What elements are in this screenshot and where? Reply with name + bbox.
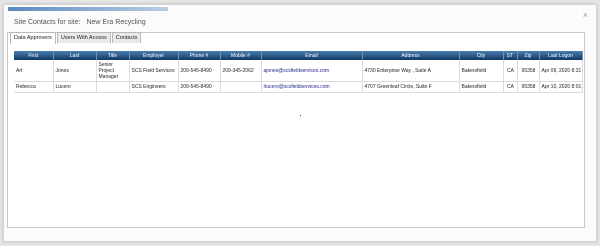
cell-st: CA bbox=[503, 81, 518, 93]
dialog-title: Site Contacts for site: New Era Recyclin… bbox=[14, 19, 146, 26]
cell-mobile: 209-345-2062 bbox=[220, 60, 262, 82]
column-header-email[interactable]: Email bbox=[261, 51, 363, 60]
column-header-last-logon[interactable]: Last Logon bbox=[539, 51, 583, 60]
cell-email[interactable]: ajones@scsfieldservices.com bbox=[261, 60, 363, 82]
cell-zip: 95358 bbox=[517, 60, 540, 82]
cell-employer: SCS Field Services bbox=[129, 60, 179, 82]
cell-email[interactable]: rlucero@scsfieldservices.com bbox=[261, 81, 363, 93]
tab-contacts[interactable]: Contacts bbox=[111, 32, 142, 43]
cell-first: Rebecca bbox=[14, 81, 54, 93]
cell-first: Art bbox=[14, 60, 54, 82]
cell-mobile bbox=[220, 81, 262, 93]
close-icon[interactable]: × bbox=[583, 11, 588, 20]
column-header-address[interactable]: Address bbox=[362, 51, 460, 60]
table-header-row: First Last Title Employer Phone # Mobile… bbox=[14, 51, 583, 60]
tab-data-approvers[interactable]: Data Approvers bbox=[10, 32, 56, 44]
cell-address: 4707 Greenleaf Circle, Suite F bbox=[362, 81, 460, 93]
cell-phone: 209-545-8490 bbox=[178, 60, 221, 82]
cell-last: Lucero bbox=[53, 81, 97, 93]
column-header-mobile[interactable]: Mobile # bbox=[220, 51, 262, 60]
site-name: New Era Recycling bbox=[86, 19, 146, 26]
table-row[interactable]: Rebecca Lucero SCS Engineers 209-545-849… bbox=[14, 81, 583, 93]
column-header-title[interactable]: Title bbox=[96, 51, 130, 60]
approvers-table: First Last Title Employer Phone # Mobile… bbox=[14, 51, 583, 93]
column-header-zip[interactable]: Zip bbox=[517, 51, 540, 60]
cell-title: Senior Project Manager bbox=[96, 60, 130, 82]
column-header-phone[interactable]: Phone # bbox=[178, 51, 221, 60]
cell-last: Jones bbox=[53, 60, 97, 82]
column-header-last[interactable]: Last bbox=[53, 51, 97, 60]
table-row[interactable]: Art Jones Senior Project Manager SCS Fie… bbox=[14, 60, 583, 82]
dialog-title-label: Site Contacts for site: bbox=[14, 19, 81, 26]
cell-title bbox=[96, 81, 130, 93]
dialog-accent-bar bbox=[8, 7, 168, 11]
cell-zip: 95358 bbox=[517, 81, 540, 93]
tab-users-with-access[interactable]: Users With Access bbox=[56, 32, 111, 43]
cell-employer: SCS Engineers bbox=[129, 81, 179, 93]
stray-pixel bbox=[300, 115, 301, 116]
column-header-city[interactable]: City bbox=[459, 51, 504, 60]
column-header-st[interactable]: ST bbox=[503, 51, 518, 60]
column-header-first[interactable]: First bbox=[14, 51, 54, 60]
cell-city: Bakersfield bbox=[459, 81, 504, 93]
column-header-employer[interactable]: Employer bbox=[129, 51, 179, 60]
tab-strip: Data Approvers Users With Access Contact… bbox=[10, 32, 142, 44]
cell-address: 4730 Enterprise Way , Suite A bbox=[362, 60, 460, 82]
cell-city: Bakersfield bbox=[459, 60, 504, 82]
cell-last-logon: Apr 09, 2020 8:31 AM bbox=[539, 60, 583, 82]
cell-phone: 209-545-8490 bbox=[178, 81, 221, 93]
cell-st: CA bbox=[503, 60, 518, 82]
cell-last-logon: Apr 10, 2020 8:01 AM bbox=[539, 81, 583, 93]
